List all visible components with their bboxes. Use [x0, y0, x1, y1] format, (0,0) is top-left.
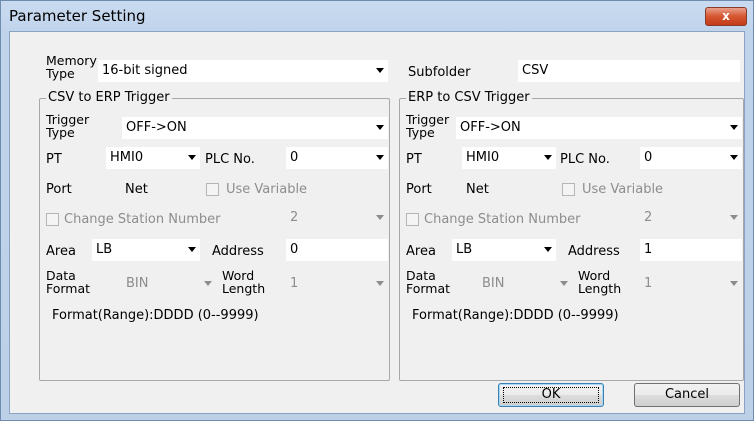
chevron-down-icon	[188, 155, 196, 160]
address-label: Address	[212, 244, 264, 259]
dialog-client-area: Memory Type 16-bit signed Subfolder CSV C…	[9, 31, 745, 414]
chevron-down-icon	[376, 215, 384, 220]
erp-trigger-type-value: OFF->ON	[460, 120, 521, 135]
change-station-checkbox[interactable]	[46, 213, 59, 226]
erp-station-value: 2	[644, 210, 653, 225]
erp-address-value: 1	[644, 242, 653, 257]
chevron-down-icon	[376, 125, 384, 130]
csv-station-select[interactable]: 2	[286, 207, 388, 229]
chevron-down-icon	[188, 247, 196, 252]
use-variable-checkbox[interactable]	[206, 183, 219, 196]
ok-button[interactable]: OK	[498, 383, 604, 407]
use-variable-checkbox[interactable]	[562, 183, 575, 196]
erp-data-format-value: BIN	[482, 276, 505, 291]
erp-to-csv-title: ERP to CSV Trigger	[406, 90, 532, 106]
word-length-label: Word Length	[222, 268, 266, 296]
csv-to-erp-group: CSV to ERP Trigger Trigger Type OFF->ON P…	[39, 90, 390, 381]
csv-plc-no-select[interactable]: 0	[286, 147, 388, 169]
csv-trigger-type-select[interactable]: OFF->ON	[122, 117, 388, 139]
csv-data-format-value: BIN	[126, 276, 149, 291]
erp-pt-select[interactable]: HMI0	[462, 147, 556, 169]
csv-data-format-select[interactable]: BIN	[122, 273, 216, 295]
pt-label: PT	[46, 152, 62, 167]
cancel-button-label: Cancel	[664, 387, 710, 402]
pt-label: PT	[406, 152, 422, 167]
chevron-down-icon	[376, 155, 384, 160]
chevron-down-icon	[730, 155, 738, 160]
csv-pt-select[interactable]: HMI0	[106, 147, 200, 169]
data-format-label: Data Format	[46, 268, 91, 296]
trigger-type-label: Trigger Type	[406, 112, 450, 140]
memory-type-select[interactable]: 16-bit signed	[98, 60, 388, 82]
erp-area-value: LB	[456, 242, 473, 257]
csv-area-select[interactable]: LB	[92, 239, 200, 261]
chevron-down-icon	[730, 281, 738, 286]
change-station-label: Change Station Number	[424, 212, 581, 227]
cancel-button[interactable]: Cancel	[634, 383, 740, 407]
csv-pt-value: HMI0	[110, 150, 144, 165]
erp-plc-no-value: 0	[644, 150, 653, 165]
chevron-down-icon	[544, 155, 552, 160]
word-length-label: Word Length	[578, 268, 622, 296]
close-icon: x	[722, 9, 730, 23]
area-label: Area	[406, 244, 436, 259]
title-bar[interactable]: Parameter Setting x	[1, 1, 753, 31]
focus-rectangle	[503, 387, 599, 403]
erp-pt-value: HMI0	[466, 150, 500, 165]
port-value: Net	[125, 182, 148, 197]
format-range-text: Format(Range):DDDD (0--9999)	[412, 308, 619, 323]
change-station-checkbox[interactable]	[406, 213, 419, 226]
erp-to-csv-group: ERP to CSV Trigger Trigger Type OFF->ON P…	[399, 90, 744, 381]
use-variable-label: Use Variable	[226, 182, 308, 197]
csv-address-input[interactable]: 0	[286, 239, 388, 261]
erp-address-input[interactable]: 1	[640, 239, 742, 261]
csv-plc-no-value: 0	[290, 150, 299, 165]
port-value: Net	[466, 182, 489, 197]
address-label: Address	[568, 244, 620, 259]
erp-plc-no-select[interactable]: 0	[640, 147, 742, 169]
csv-address-value: 0	[290, 242, 299, 257]
use-variable-label: Use Variable	[582, 182, 664, 197]
erp-station-select[interactable]: 2	[640, 207, 742, 229]
chevron-down-icon	[376, 281, 384, 286]
chevron-down-icon	[204, 281, 212, 286]
memory-type-value: 16-bit signed	[102, 63, 188, 78]
subfolder-label: Subfolder	[408, 65, 471, 80]
csv-to-erp-title: CSV to ERP Trigger	[46, 90, 172, 106]
plc-no-label: PLC No.	[205, 152, 255, 167]
area-label: Area	[46, 244, 76, 259]
erp-word-length-select[interactable]: 1	[640, 273, 742, 295]
csv-word-length-select[interactable]: 1	[286, 273, 388, 295]
csv-area-value: LB	[96, 242, 113, 257]
close-button[interactable]: x	[705, 7, 747, 26]
change-station-label: Change Station Number	[64, 212, 221, 227]
csv-trigger-type-value: OFF->ON	[126, 120, 187, 135]
data-format-label: Data Format	[406, 268, 451, 296]
subfolder-input[interactable]: CSV	[518, 60, 740, 82]
parameter-setting-dialog: Parameter Setting x Memory Type 16-bit si…	[0, 0, 754, 421]
format-range-text: Format(Range):DDDD (0--9999)	[52, 308, 259, 323]
trigger-type-label: Trigger Type	[46, 112, 90, 140]
dialog-title: Parameter Setting	[9, 7, 146, 25]
erp-word-length-value: 1	[644, 276, 653, 291]
memory-type-label: Memory Type	[46, 53, 97, 81]
chevron-down-icon	[560, 281, 568, 286]
csv-station-value: 2	[290, 210, 299, 225]
erp-trigger-type-select[interactable]: OFF->ON	[456, 117, 742, 139]
csv-word-length-value: 1	[290, 276, 299, 291]
chevron-down-icon	[730, 125, 738, 130]
erp-area-select[interactable]: LB	[452, 239, 556, 261]
erp-data-format-select[interactable]: BIN	[478, 273, 572, 295]
chevron-down-icon	[544, 247, 552, 252]
chevron-down-icon	[730, 215, 738, 220]
plc-no-label: PLC No.	[560, 152, 610, 167]
chevron-down-icon	[376, 68, 384, 73]
port-label: Port	[46, 182, 72, 197]
subfolder-value: CSV	[522, 63, 549, 78]
port-label: Port	[406, 182, 432, 197]
